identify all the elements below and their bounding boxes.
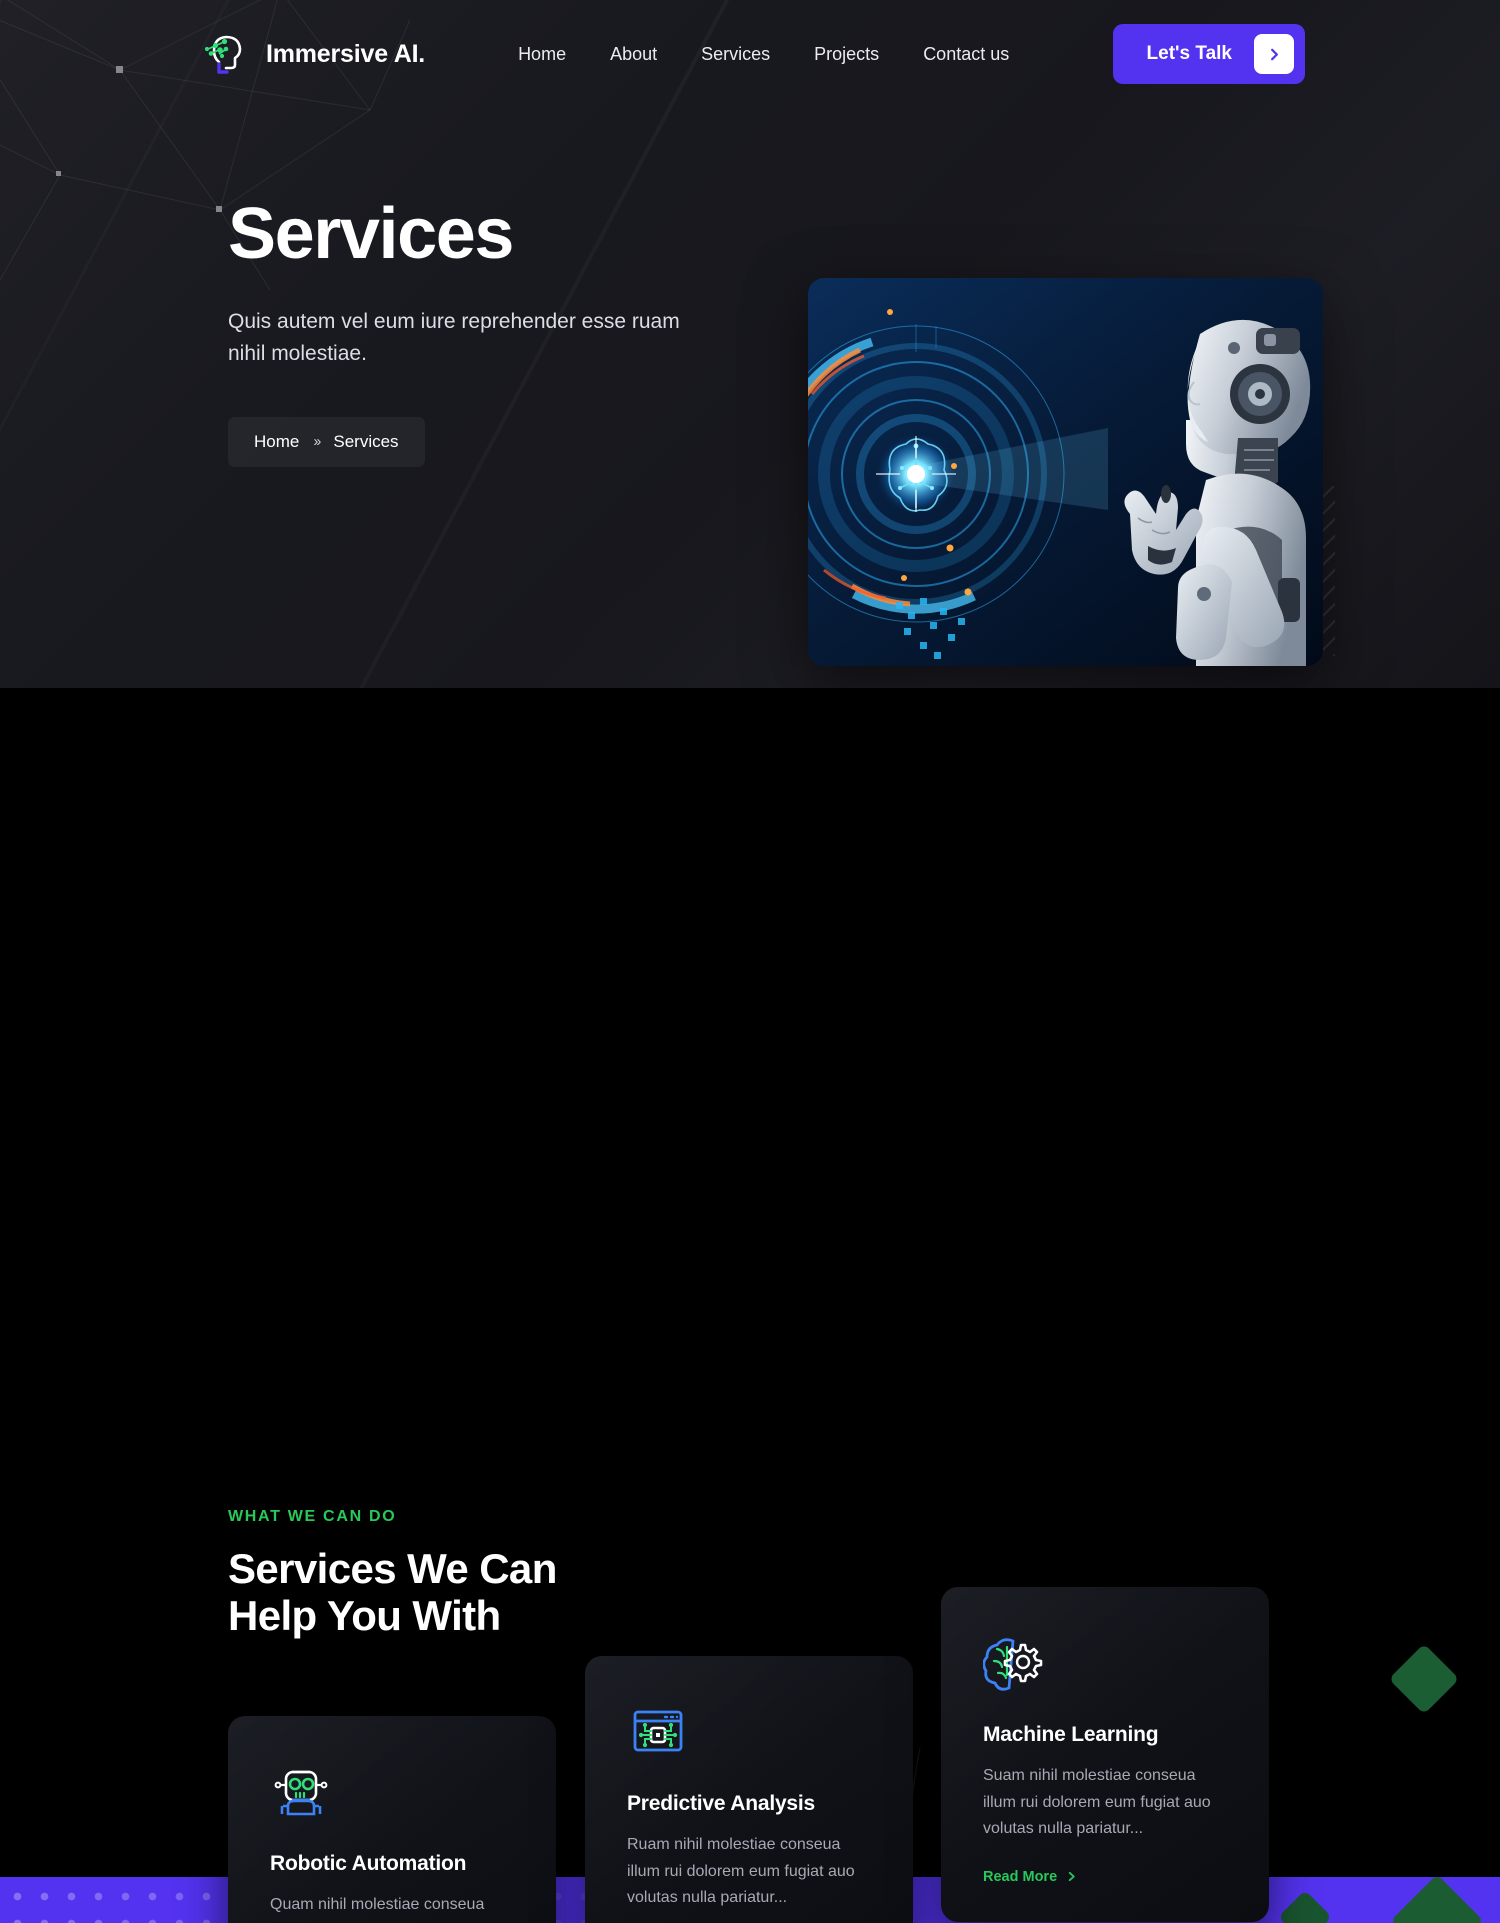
hero-robot-image bbox=[808, 278, 1323, 666]
services-section: WHAT WE CAN DO Services We Can Help You … bbox=[0, 688, 1500, 1923]
hero-subtitle: Quis autem vel eum iure reprehender esse… bbox=[228, 310, 680, 365]
card-description: Suam nihil molestiae conseua illum rui d… bbox=[983, 1767, 1211, 1838]
lets-talk-button[interactable]: Let's Talk bbox=[1112, 24, 1305, 84]
card-description: Quam nihil molestiae conseua illum rui d… bbox=[270, 1896, 498, 1923]
brand-name: Immersive AI. bbox=[266, 39, 426, 68]
card-title: Robotic Automation bbox=[270, 1852, 467, 1875]
robot-icon bbox=[270, 1760, 332, 1822]
read-more-label: Read More bbox=[983, 1868, 1058, 1885]
hero-text-column: Services Quis autem vel eum iure reprehe… bbox=[228, 108, 788, 666]
service-card-robotic-automation[interactable]: Robotic Automation Quam nihil molestiae … bbox=[228, 1716, 556, 1923]
service-card-predictive-analysis[interactable]: Predictive Analysis Ruam nihil molestiae… bbox=[585, 1656, 913, 1923]
brand-logo-group[interactable]: Immersive AI. bbox=[200, 28, 425, 80]
chevron-right-icon bbox=[1068, 1872, 1075, 1882]
breadcrumb-home[interactable]: Home bbox=[254, 432, 299, 452]
section-title-line-2: Help You With bbox=[228, 1592, 501, 1640]
hero-image-column bbox=[808, 108, 1335, 666]
hero-section: Immersive AI. Home About Services Projec… bbox=[0, 0, 1500, 688]
breadcrumb-current: Services bbox=[333, 431, 399, 451]
page-title: Services bbox=[228, 194, 514, 274]
section-heading: WHAT WE CAN DO Services We Can Help You … bbox=[228, 1508, 557, 1639]
lets-talk-label: Let's Talk bbox=[1146, 43, 1232, 64]
brain-gear-icon bbox=[983, 1631, 1045, 1693]
breadcrumb-separator-icon: ›› bbox=[313, 433, 321, 451]
chevron-right-icon bbox=[1254, 34, 1294, 74]
nav-links: Home About Services Projects Contact us bbox=[518, 44, 1009, 65]
card-description: Ruam nihil molestiae conseua illum rui d… bbox=[627, 1836, 855, 1907]
section-title: Services We Can Help You With bbox=[228, 1545, 557, 1639]
read-more-link[interactable]: Read More bbox=[983, 1869, 1077, 1885]
green-diamond-medium bbox=[1388, 1643, 1460, 1715]
hero-body: Services Quis autem vel eum iure reprehe… bbox=[0, 108, 1500, 666]
breadcrumb: Home ›› Services bbox=[228, 416, 425, 467]
service-card-machine-learning[interactable]: Machine Learning Suam nihil molestiae co… bbox=[941, 1587, 1269, 1922]
nav-link-services[interactable]: Services bbox=[701, 44, 770, 65]
nav-link-projects[interactable]: Projects bbox=[814, 44, 879, 65]
ai-head-logo-icon bbox=[204, 35, 242, 74]
nav-link-about[interactable]: About bbox=[610, 44, 657, 65]
browser-circuit-icon bbox=[627, 1700, 689, 1762]
card-title: Machine Learning bbox=[983, 1723, 1159, 1746]
nav-link-contact-us[interactable]: Contact us bbox=[923, 44, 1009, 65]
nav-link-home[interactable]: Home bbox=[518, 44, 566, 65]
card-title: Predictive Analysis bbox=[627, 1792, 816, 1815]
cta-wrapper: Let's Talk bbox=[1112, 24, 1305, 84]
section-title-line-1: Services We Can bbox=[228, 1545, 557, 1592]
section-eyebrow: WHAT WE CAN DO bbox=[228, 1508, 397, 1525]
main-navbar: Immersive AI. Home About Services Projec… bbox=[0, 0, 1500, 108]
